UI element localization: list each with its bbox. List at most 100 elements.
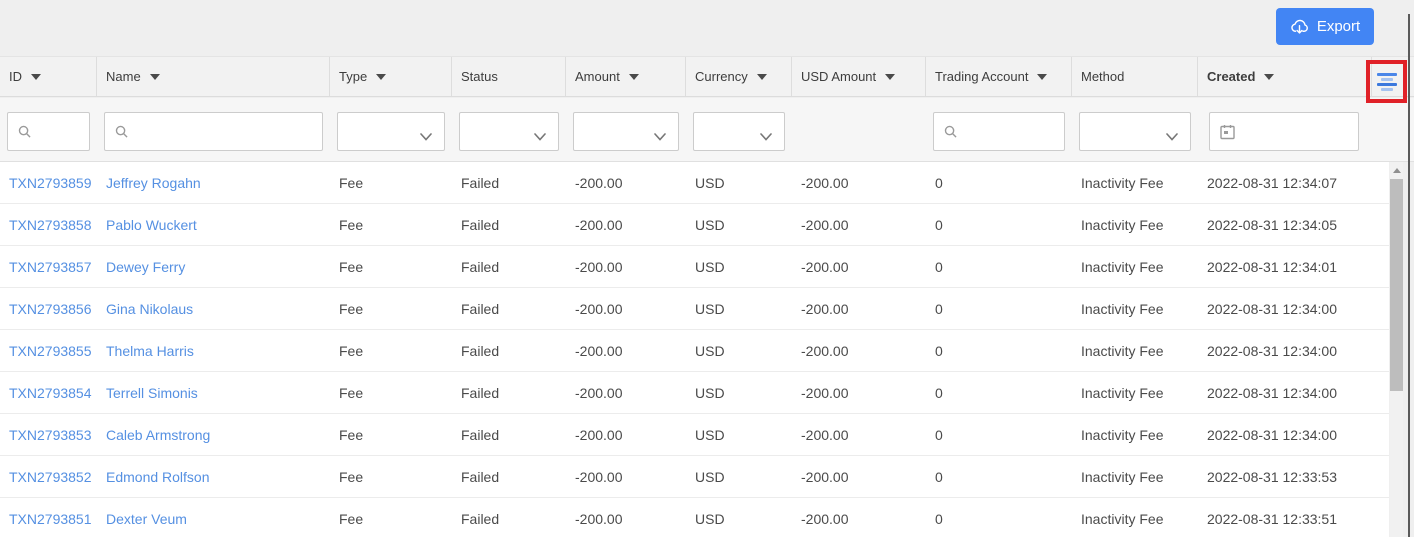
cell-amount: -200.00 (575, 300, 623, 317)
cell-trading_account: 0 (935, 426, 943, 443)
table-row: TXN2793858 Pablo Wuckert Fee Failed -200.00 U… (0, 204, 1389, 246)
cell-name[interactable]: Thelma Harris (97, 343, 330, 359)
cell-currency: USD (695, 300, 725, 317)
filter-search-box (933, 112, 1065, 151)
cell-name[interactable]: Dexter Veum (97, 511, 330, 527)
column-header-currency[interactable]: Currency (686, 57, 792, 96)
filter-search-input[interactable] (934, 113, 1064, 150)
sort-caret-icon (1037, 73, 1048, 80)
cell-name[interactable]: Gina Nikolaus (97, 301, 330, 317)
cell-type: Fee (339, 258, 364, 275)
filter-row (0, 98, 1414, 162)
column-header-id[interactable]: ID (0, 57, 97, 96)
cell-usd_amount: -200.00 (801, 258, 849, 275)
cell-method: Inactivity Fee (1081, 468, 1164, 485)
cell-status: Failed (461, 300, 500, 317)
column-label: Name (106, 69, 141, 84)
cell-method: Inactivity Fee (1081, 300, 1164, 317)
cell-id[interactable]: TXN2793856 (0, 301, 97, 317)
filter-search-input[interactable] (105, 113, 322, 150)
cell-method: Inactivity Fee (1081, 174, 1164, 191)
cell-usd_amount: -200.00 (801, 426, 849, 443)
column-header-usd_amount[interactable]: USD Amount (792, 57, 926, 96)
cell-id[interactable]: TXN2793853 (0, 427, 97, 443)
column-header-method[interactable]: Method (1072, 57, 1198, 96)
chevron-down-icon (534, 128, 546, 146)
chevron-down-icon (760, 128, 772, 146)
filter-search-input[interactable] (8, 113, 89, 150)
cell-type: Fee (339, 216, 364, 233)
cell-trading_account: 0 (935, 384, 943, 401)
cell-currency: USD (695, 426, 725, 443)
column-header-name[interactable]: Name (97, 57, 330, 96)
filter-cell-status (452, 98, 566, 161)
cell-id[interactable]: TXN2793855 (0, 343, 97, 359)
cell-name[interactable]: Caleb Armstrong (97, 427, 330, 443)
cell-trading_account: 0 (935, 468, 943, 485)
cell-status: Failed (461, 426, 500, 443)
filter-select[interactable] (693, 112, 785, 151)
cell-amount: -200.00 (575, 216, 623, 233)
cell-currency: USD (695, 258, 725, 275)
cell-currency: USD (695, 384, 725, 401)
cell-usd_amount: -200.00 (801, 468, 849, 485)
filter-select[interactable] (459, 112, 559, 151)
cell-type: Fee (339, 174, 364, 191)
vertical-scrollbar[interactable] (1390, 162, 1403, 537)
cell-method: Inactivity Fee (1081, 510, 1164, 527)
cell-currency: USD (695, 510, 725, 527)
cell-trading_account: 0 (935, 342, 943, 359)
column-header-amount[interactable]: Amount (566, 57, 686, 96)
scrollbar-thumb[interactable] (1390, 179, 1403, 391)
chevron-down-icon (420, 128, 432, 146)
cell-name[interactable]: Dewey Ferry (97, 259, 330, 275)
column-label: Currency (695, 69, 748, 84)
cell-name[interactable]: Terrell Simonis (97, 385, 330, 401)
cell-trading_account: 0 (935, 216, 943, 233)
cell-usd_amount: -200.00 (801, 384, 849, 401)
cell-amount: -200.00 (575, 342, 623, 359)
cell-id[interactable]: TXN2793851 (0, 511, 97, 527)
column-header-status[interactable]: Status (452, 57, 566, 96)
table-row: TXN2793856 Gina Nikolaus Fee Failed -200.00 U… (0, 288, 1389, 330)
filter-search-box (104, 112, 323, 151)
cell-id[interactable]: TXN2793854 (0, 385, 97, 401)
filter-cell-id (0, 98, 97, 161)
cell-method: Inactivity Fee (1081, 216, 1164, 233)
cell-name[interactable]: Pablo Wuckert (97, 217, 330, 233)
cell-status: Failed (461, 468, 500, 485)
filter-date-picker[interactable] (1209, 112, 1359, 151)
filter-cell-method (1072, 98, 1198, 161)
column-header-trading_account[interactable]: Trading Account (926, 57, 1072, 96)
column-header-created[interactable]: Created (1198, 57, 1372, 96)
scrollbar-up-arrow-icon[interactable] (1390, 162, 1403, 178)
sort-caret-icon (149, 73, 160, 80)
export-button[interactable]: Export (1276, 8, 1374, 45)
filter-cell-name (97, 98, 330, 161)
cell-type: Fee (339, 468, 364, 485)
cell-id[interactable]: TXN2793857 (0, 259, 97, 275)
cell-name[interactable]: Jeffrey Rogahn (97, 175, 330, 191)
cell-usd_amount: -200.00 (801, 342, 849, 359)
cell-created: 2022-08-31 12:33:53 (1207, 468, 1337, 485)
cell-created: 2022-08-31 12:34:00 (1207, 426, 1337, 443)
cell-status: Failed (461, 510, 500, 527)
filter-search-box (7, 112, 90, 151)
sort-caret-icon (31, 73, 41, 80)
cell-id[interactable]: TXN2793859 (0, 175, 97, 191)
cell-id[interactable]: TXN2793852 (0, 469, 97, 485)
cell-status: Failed (461, 384, 500, 401)
cell-usd_amount: -200.00 (801, 300, 849, 317)
cell-id[interactable]: TXN2793858 (0, 217, 97, 233)
cell-name[interactable]: Edmond Rolfson (97, 469, 330, 485)
cell-created: 2022-08-31 12:34:07 (1207, 174, 1337, 191)
filter-select[interactable] (337, 112, 445, 151)
column-label: USD Amount (801, 69, 877, 84)
column-header-type[interactable]: Type (330, 57, 452, 96)
filter-select[interactable] (1079, 112, 1191, 151)
cell-status: Failed (461, 174, 500, 191)
filter-cell-type (330, 98, 452, 161)
align-center-lines-icon[interactable] (1377, 73, 1397, 91)
column-label: ID (9, 69, 22, 84)
filter-select[interactable] (573, 112, 679, 151)
